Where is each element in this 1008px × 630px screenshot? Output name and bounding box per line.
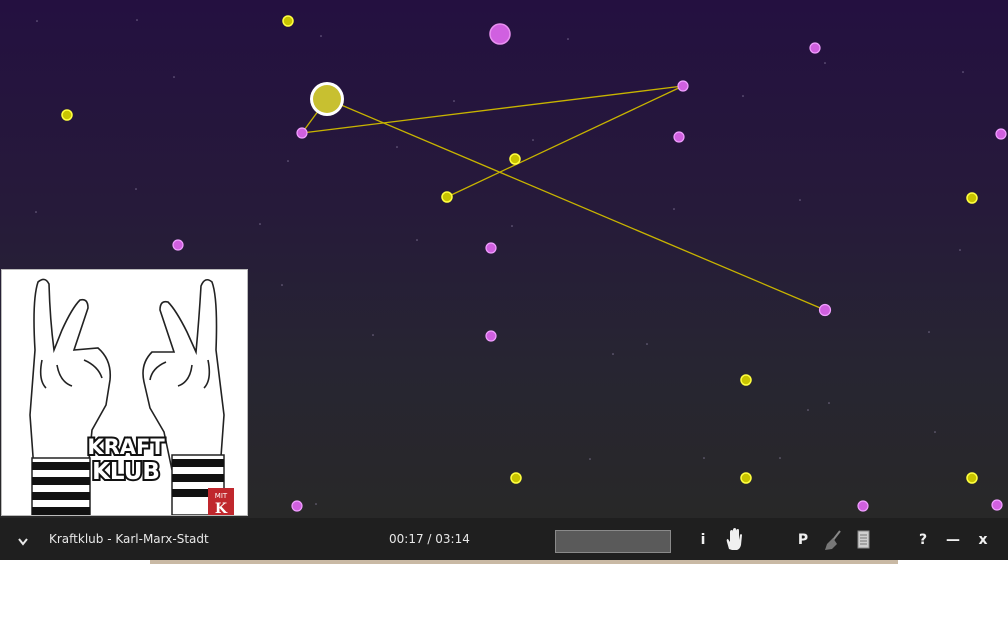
connection-line <box>446 85 684 198</box>
player-bar: Kraftklub - Karl-Marx-Stadt 00:17 / 03:1… <box>0 518 1008 560</box>
help-button[interactable]: ? <box>911 518 935 560</box>
yellow-node[interactable] <box>510 472 522 484</box>
pink-node[interactable] <box>809 42 821 54</box>
pink-node[interactable] <box>291 500 303 512</box>
mit-k-badge: MIT K <box>208 488 234 517</box>
hand-icon <box>726 528 742 550</box>
connection-line <box>301 85 684 134</box>
clear-button[interactable] <box>821 518 845 560</box>
pink-node[interactable] <box>485 242 497 254</box>
left-wristband <box>31 457 91 516</box>
album-cover: KRAFT KLUB MIT K <box>1 269 248 517</box>
pink-node[interactable] <box>818 303 832 317</box>
document-icon <box>857 530 870 549</box>
yellow-node[interactable] <box>966 192 978 204</box>
playlist-button[interactable]: P <box>791 518 815 560</box>
time-display: 00:17 / 03:14 <box>389 532 470 546</box>
background-strip <box>150 560 898 564</box>
pink-node[interactable] <box>172 239 184 251</box>
info-button[interactable]: i <box>691 518 715 560</box>
hand-button[interactable] <box>721 518 745 560</box>
yellow-node[interactable] <box>282 15 294 27</box>
pink-node[interactable] <box>485 330 497 342</box>
close-button[interactable]: x <box>971 518 995 560</box>
connection-line <box>326 98 826 311</box>
pink-node[interactable] <box>296 127 308 139</box>
yellow-node[interactable] <box>61 109 73 121</box>
pink-node[interactable] <box>489 23 511 45</box>
collapse-button[interactable] <box>10 518 36 560</box>
broom-icon <box>825 530 841 550</box>
album-cover-image: KRAFT KLUB MIT K <box>2 270 247 517</box>
svg-text:MIT: MIT <box>215 492 228 500</box>
chevron-down-icon <box>18 538 28 546</box>
yellow-node[interactable] <box>740 472 752 484</box>
track-title: Kraftklub - Karl-Marx-Stadt <box>49 532 209 546</box>
active-node[interactable] <box>313 85 341 113</box>
svg-text:KLUB: KLUB <box>92 459 160 485</box>
pink-node[interactable] <box>991 499 1003 511</box>
pink-node[interactable] <box>995 128 1007 140</box>
notes-button[interactable] <box>851 518 875 560</box>
yellow-node[interactable] <box>509 153 521 165</box>
yellow-node[interactable] <box>441 191 453 203</box>
svg-text:KRAFT: KRAFT <box>87 435 165 459</box>
seek-input[interactable] <box>555 530 671 553</box>
yellow-node[interactable] <box>966 472 978 484</box>
pink-node[interactable] <box>673 131 685 143</box>
minimize-button[interactable]: — <box>941 518 965 560</box>
band-logo: KRAFT KLUB <box>85 433 167 487</box>
pink-node[interactable] <box>857 500 869 512</box>
pink-node[interactable] <box>677 80 689 92</box>
connection-lines <box>301 85 826 311</box>
svg-text:K: K <box>215 501 228 515</box>
yellow-node[interactable] <box>740 374 752 386</box>
